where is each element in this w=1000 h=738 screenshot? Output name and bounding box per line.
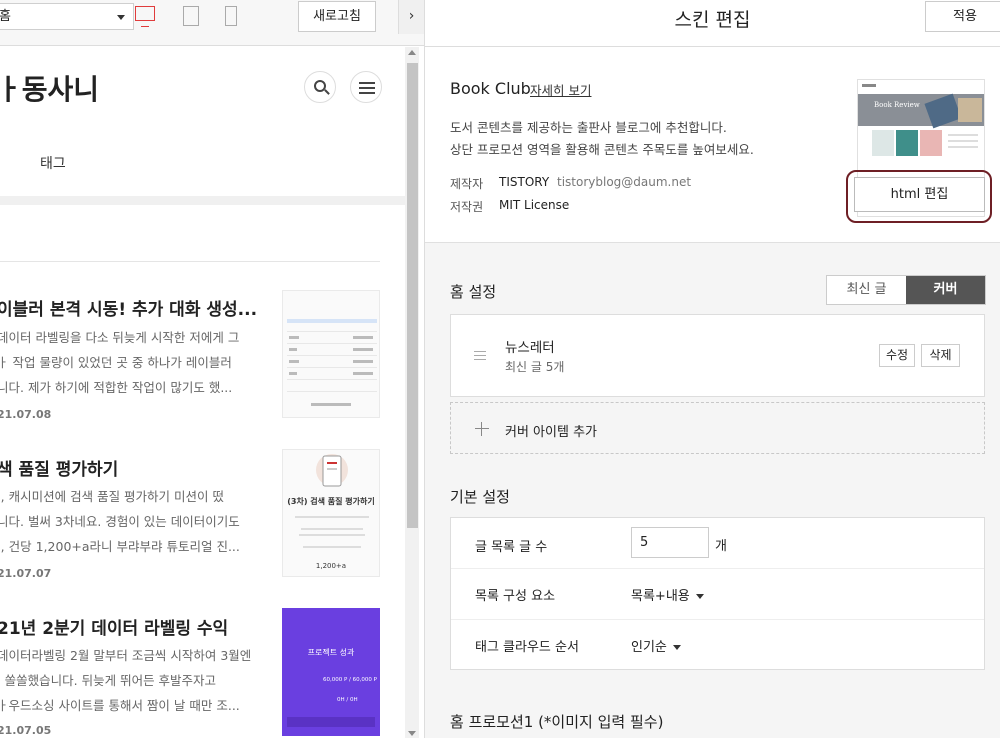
post-title[interactable]: 색 품질 평가하기 — [0, 455, 118, 480]
preview-toolbar: 홈 새로고침 › — [0, 0, 424, 46]
post-thumbnail[interactable]: 프로젝트 성과 60,000 P / 60,000 P 0H / 0H — [282, 608, 380, 736]
post-excerpt-line: 데이터 라벨링을 다소 뒤늦게 시작한 저에게 그 — [0, 330, 240, 345]
post-title[interactable]: 이블러 본격 시동! 추가 대화 생성... — [0, 295, 257, 320]
chevron-down-icon — [117, 15, 125, 20]
search-button[interactable] — [304, 71, 336, 103]
skin-name: Book Club — [450, 79, 531, 98]
post-date: 21.07.07 — [0, 567, 52, 580]
list-compose-label: 목록 구성 요소 — [475, 589, 556, 604]
post-count-label: 글 목록 글 수 — [475, 540, 548, 555]
post-count-input[interactable]: 5 — [631, 527, 709, 558]
maker-email: tistoryblog@daum.net — [557, 175, 692, 189]
post-thumbnail[interactable]: (3차) 검색 품질 평가하기 1,200+a — [282, 449, 380, 577]
thumb-title: 프로젝트 성과 — [307, 648, 355, 657]
maker-label: 제작자 — [450, 177, 484, 191]
home-promotion-title: 홈 프로모션1 (*이미지 입력 필수) — [450, 713, 664, 731]
page-title: 스킨 편집 — [674, 9, 751, 31]
post-excerpt-line: 데이터라벨링 2월 말부터 조금씩 시작하여 3월엔 — [0, 648, 252, 663]
drag-handle-icon[interactable] — [474, 351, 486, 360]
basic-settings-title: 기본 설정 — [450, 488, 510, 506]
post-excerpt-line: I, 캐시미션에 검색 품질 평가하기 미션이 떴 — [0, 489, 225, 504]
editor-header: 스킨 편집 적용 — [425, 0, 1000, 47]
cover-item-title: 뉴스레터 — [505, 340, 555, 356]
mobile-view-icon[interactable] — [225, 6, 237, 26]
skin-editor-pane: 스킨 편집 적용 Book Club 자세히 보기 도서 콘텐츠를 제공하는 출… — [425, 0, 1000, 738]
tag-order-value: 인기순 — [631, 640, 667, 655]
scroll-up-arrow-icon[interactable] — [408, 50, 416, 55]
skin-description: 상단 프로모션 영역을 활용해 콘텐츠 주목도를 높여보세요. — [450, 142, 754, 157]
nav-item-tag[interactable]: 태그 — [40, 153, 66, 173]
search-icon-handle — [324, 89, 330, 95]
desktop-view-icon[interactable] — [135, 6, 155, 27]
post-excerpt-line: 니다. 제가 하기에 적합한 작업이 많기도 했... — [0, 380, 233, 395]
chevron-down-icon — [695, 594, 704, 599]
post-date: 21.07.08 — [0, 408, 52, 421]
skin-description: 도서 콘텐츠를 제공하는 출판사 블로그에 추천합니다. — [450, 120, 727, 135]
chevron-down-icon — [672, 645, 681, 650]
collapse-preview-button[interactable]: › — [398, 0, 424, 34]
home-settings-title: 홈 설정 — [450, 283, 497, 301]
post-date: 21.07.05 — [0, 724, 52, 737]
post-count-unit: 개 — [715, 539, 727, 554]
post-title[interactable]: 21년 2분기 데이터 라벨링 수익 — [0, 614, 228, 639]
tab-cover[interactable]: 커버 — [906, 276, 985, 304]
maker-name: TISTORY — [499, 175, 550, 189]
thumb-reward: 1,200+a — [315, 562, 347, 570]
tablet-view-icon[interactable] — [183, 6, 199, 26]
add-cover-item-label: 커버 아이템 추가 — [505, 425, 597, 440]
delete-button[interactable]: 삭제 — [921, 344, 960, 367]
post-thumbnail[interactable] — [282, 290, 380, 418]
list-compose-select[interactable]: 목록+내용 — [631, 585, 704, 604]
post-excerpt-line: ㅏ 작업 물량이 있었던 곳 중 하나가 레이블러 — [0, 355, 232, 370]
license-label: 저작권 — [450, 200, 484, 214]
menu-button[interactable] — [350, 71, 382, 103]
category-select-value: 홈 — [0, 9, 11, 24]
cover-item-card: 뉴스레터 최신 글 5개 수정 삭제 — [450, 314, 985, 397]
thumb-title: (3차) 검색 품질 평가하기 — [287, 497, 375, 506]
category-select[interactable]: 홈 — [0, 3, 134, 30]
skin-details-link[interactable]: 자세히 보기 — [530, 80, 591, 99]
post-excerpt-line: 니다. 벌써 3차네요. 경험이 있는 데이터이기도 — [0, 514, 240, 529]
scroll-down-arrow-icon[interactable] — [408, 731, 416, 736]
list-compose-value: 목록+내용 — [631, 589, 690, 604]
license-value: MIT License — [499, 198, 570, 212]
blog-preview-pane: 홈 새로고침 › ㅏ동사니 태그 이블러 본격 시동! 추가 대화 생성... … — [0, 0, 425, 738]
post-excerpt-line: ㅏ우드소싱 사이트를 통해서 짬이 날 때만 조... — [0, 698, 240, 713]
apply-button[interactable]: 적용 — [925, 1, 1000, 32]
maker-value: TISTORY tistoryblog@daum.net — [499, 175, 691, 189]
divider-band — [0, 196, 405, 205]
skin-thumb-caption: Book Review — [874, 101, 920, 109]
hamburger-icon-line — [359, 92, 375, 94]
skin-info-panel: Book Club 자세히 보기 도서 콘텐츠를 제공하는 출판사 블로그에 추… — [425, 47, 1000, 243]
post-excerpt-line: I, 건당 1,200+a라니 부랴부랴 튜토리얼 진... — [0, 539, 240, 554]
plus-icon — [475, 422, 489, 436]
hamburger-icon-line — [359, 87, 375, 89]
post-excerpt-line: I 쏠쏠했습니다. 뒤늦게 뛰어든 후발주자고 — [0, 673, 217, 688]
scrollbar-thumb[interactable] — [407, 63, 418, 528]
basic-settings-card: 글 목록 글 수 5 개 목록 구성 요소 목록+내용 태그 클라우드 순서 인… — [450, 517, 985, 670]
home-type-toggle: 최신 글 커버 — [826, 275, 986, 305]
html-edit-button[interactable]: html 편집 — [854, 177, 985, 212]
thumb-amount: 60,000 P / 60,000 P — [323, 677, 377, 683]
tab-latest-posts[interactable]: 최신 글 — [827, 276, 906, 304]
tag-order-select[interactable]: 인기순 — [631, 636, 681, 655]
row-divider — [451, 619, 984, 620]
thumb-text-lines — [295, 516, 369, 548]
cover-item-subtitle: 최신 글 5개 — [505, 360, 565, 374]
thumb-hours: 0H / 0H — [337, 697, 358, 703]
tag-order-label: 태그 클라우드 순서 — [475, 640, 579, 655]
thumb-bar — [287, 717, 375, 727]
refresh-button[interactable]: 새로고침 — [298, 1, 376, 32]
phone-illustration — [316, 454, 348, 487]
edit-button[interactable]: 수정 — [879, 344, 915, 367]
add-cover-item-button[interactable]: 커버 아이템 추가 — [450, 402, 985, 454]
blog-title[interactable]: ㅏ동사니 — [0, 68, 99, 108]
divider — [0, 261, 380, 262]
table-screenshot-image — [287, 319, 377, 406]
hamburger-icon — [359, 82, 375, 84]
row-divider — [451, 568, 984, 569]
